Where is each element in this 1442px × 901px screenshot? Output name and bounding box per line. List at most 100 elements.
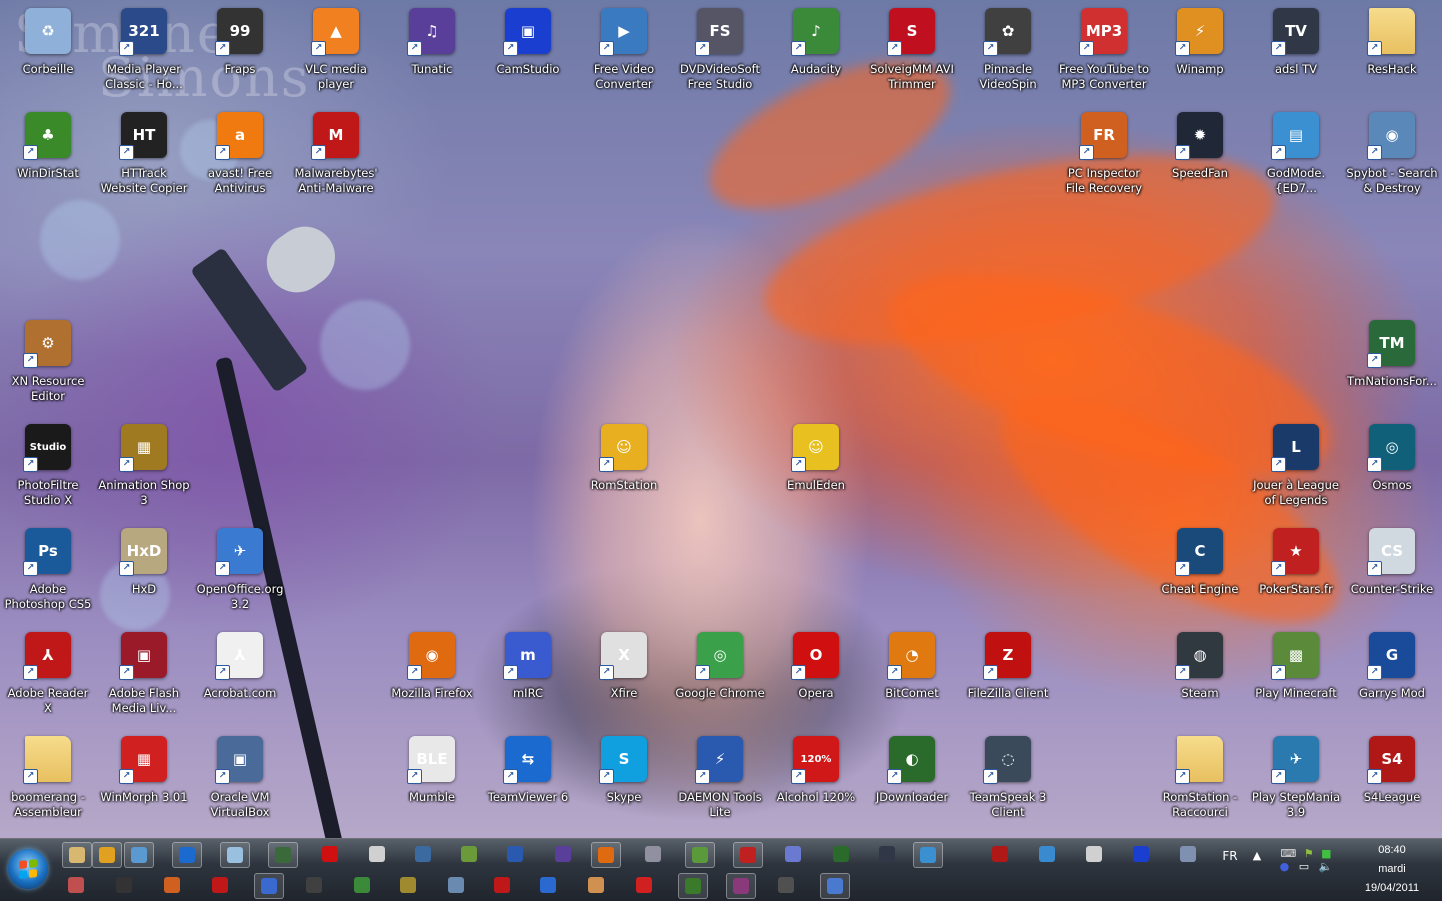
desktop-icon[interactable]: Ps ↗ Adobe Photoshop CS5: [1, 524, 95, 622]
taskbar-button[interactable]: [726, 873, 756, 899]
desktop-icon[interactable]: Studio ↗ PhotoFiltre Studio X: [1, 420, 95, 518]
taskbar-button[interactable]: [92, 842, 122, 868]
desktop-icon[interactable]: ◍ ↗ Steam: [1153, 628, 1247, 726]
taskbar-button[interactable]: [206, 873, 234, 897]
desktop-icon[interactable]: ◐ ↗ JDownloader: [865, 732, 959, 830]
desktop-icon[interactable]: O ↗ Opera: [769, 628, 863, 726]
desktop-icon[interactable]: ▤ ↗ GodMode.{ED7...: [1249, 108, 1343, 206]
desktop-icon[interactable]: HxD ↗ HxD: [97, 524, 191, 622]
taskbar-button[interactable]: [455, 842, 483, 866]
volume-icon[interactable]: 🔈: [1319, 860, 1333, 873]
desktop-icon[interactable]: ♪ ↗ Audacity: [769, 4, 863, 102]
taskbar-button[interactable]: [442, 873, 470, 897]
taskbar-button[interactable]: [363, 842, 391, 866]
taskbar-button[interactable]: [913, 842, 943, 868]
desktop-icon[interactable]: CS ↗ Counter-Strike: [1345, 524, 1439, 622]
bluetooth-tray-icon[interactable]: ●: [1280, 860, 1290, 873]
desktop-icon[interactable]: ▣ ↗ Adobe Flash Media Liv...: [97, 628, 191, 726]
taskbar-button[interactable]: [873, 842, 901, 866]
desktop-icon[interactable]: ☺ ↗ RomStation: [577, 420, 671, 518]
taskbar-button[interactable]: [591, 842, 621, 868]
desktop-icon[interactable]: FS ↗ DVDVideoSoft Free Studio: [673, 4, 767, 102]
desktop-icon[interactable]: ⚡ ↗ DAEMON Tools Lite: [673, 732, 767, 830]
taskbar-button[interactable]: [158, 873, 186, 897]
desktop-icon[interactable]: ◔ ↗ BitComet: [865, 628, 959, 726]
taskbar-button[interactable]: [172, 842, 202, 868]
desktop-icon[interactable]: ★ ↗ PokerStars.fr: [1249, 524, 1343, 622]
taskbar-button[interactable]: [501, 842, 529, 866]
desktop-icon[interactable]: S ↗ SolveigMM AVI Trimmer: [865, 4, 959, 102]
tray-button[interactable]: [986, 842, 1014, 866]
desktop-icon[interactable]: ♫ ↗ Tunatic: [385, 4, 479, 102]
desktop-icon[interactable]: ✿ ↗ Pinnacle VideoSpin: [961, 4, 1055, 102]
desktop-icon[interactable]: ⚙ ↗ XN Resource Editor: [1, 316, 95, 414]
desktop-icon[interactable]: C ↗ Cheat Engine: [1153, 524, 1247, 622]
network-tray-icon[interactable]: ▭: [1299, 860, 1309, 873]
desktop-icon[interactable]: G ↗ Garrys Mod: [1345, 628, 1439, 726]
taskbar-button[interactable]: [488, 873, 516, 897]
taskbar-button[interactable]: [300, 873, 328, 897]
taskbar-button[interactable]: [62, 842, 92, 868]
desktop-icon[interactable]: ◌ ↗ TeamSpeak 3 Client: [961, 732, 1055, 830]
desktop-icon[interactable]: S ↗ Skype: [577, 732, 671, 830]
tray-button[interactable]: [1080, 842, 1108, 866]
flag-tray-icon[interactable]: ⚑: [1304, 847, 1314, 860]
taskbar-button[interactable]: [630, 873, 658, 897]
taskbar-button[interactable]: [733, 842, 763, 868]
desktop-icon[interactable]: ✹ ↗ SpeedFan: [1153, 108, 1247, 206]
desktop-icon[interactable]: 321 ↗ Media Player Classic - Ho...: [97, 4, 191, 102]
taskbar-button[interactable]: [678, 873, 708, 899]
desktop-icon[interactable]: ⚡ ↗ Winamp: [1153, 4, 1247, 102]
desktop-icon[interactable]: ▣ ↗ Oracle VM VirtualBox: [193, 732, 287, 830]
taskbar-button[interactable]: [639, 842, 667, 866]
desktop-icon[interactable]: ⅄ ↗ Adobe Reader X: [1, 628, 95, 726]
taskbar-button[interactable]: [685, 842, 715, 868]
desktop-icon[interactable]: HT ↗ HTTrack Website Copier: [97, 108, 191, 206]
taskbar-button[interactable]: [779, 842, 807, 866]
desktop-icon[interactable]: ▩ ↗ Play Minecraft: [1249, 628, 1343, 726]
taskbar-button[interactable]: [582, 873, 610, 897]
taskbar-button[interactable]: [220, 842, 250, 868]
tray-button[interactable]: [1127, 842, 1155, 866]
desktop-icon[interactable]: TV ↗ adsl TV: [1249, 4, 1343, 102]
language-indicator[interactable]: FR: [1216, 849, 1244, 863]
taskbar-button[interactable]: [110, 873, 138, 897]
desktop-icon[interactable]: ✈ ↗ OpenOffice.org 3.2: [193, 524, 287, 622]
desktop-icon[interactable]: BLE ↗ Mumble: [385, 732, 479, 830]
desktop-icon[interactable]: ☺ ↗ EmulEden: [769, 420, 863, 518]
taskbar-button[interactable]: [254, 873, 284, 899]
taskbar-button[interactable]: [772, 873, 800, 897]
battery-tray-icon[interactable]: ■: [1321, 847, 1331, 860]
desktop-icon[interactable]: m ↗ mIRC: [481, 628, 575, 726]
desktop-icon[interactable]: ◉ ↗ Mozilla Firefox: [385, 628, 479, 726]
taskbar-button[interactable]: [268, 842, 298, 868]
desktop-icon[interactable]: ▶ ↗ Free Video Converter: [577, 4, 671, 102]
desktop-icon[interactable]: M ↗ Malwarebytes' Anti-Malware: [289, 108, 383, 206]
desktop-icon[interactable]: ♻ Corbeille: [1, 4, 95, 102]
taskbar-button[interactable]: [348, 873, 376, 897]
tray-button[interactable]: [1033, 842, 1061, 866]
desktop-icon[interactable]: 120% ↗ Alcohol 120%: [769, 732, 863, 830]
desktop-icon[interactable]: ▣ ↗ CamStudio: [481, 4, 575, 102]
desktop-icon[interactable]: ▲ ↗ VLC media player: [289, 4, 383, 102]
clock[interactable]: 08:40 mardi 19/04/2011: [1344, 841, 1440, 899]
desktop-icon[interactable]: TM ↗ TmNationsFor...: [1345, 316, 1439, 414]
desktop-icon[interactable]: a ↗ avast! Free Antivirus: [193, 108, 287, 206]
desktop-icon[interactable]: 99 ↗ Fraps: [193, 4, 287, 102]
taskbar-button[interactable]: [549, 842, 577, 866]
desktop-icon[interactable]: ⇆ ↗ TeamViewer 6: [481, 732, 575, 830]
desktop-icon[interactable]: FR ↗ PC Inspector File Recovery: [1057, 108, 1151, 206]
desktop-icon[interactable]: ▦ ↗ Animation Shop 3: [97, 420, 191, 518]
taskbar-button[interactable]: [62, 873, 90, 897]
desktop-icon[interactable]: ◎ ↗ Google Chrome: [673, 628, 767, 726]
taskbar-button[interactable]: [534, 873, 562, 897]
desktop-icon[interactable]: ⅄ ↗ Acrobat.com: [193, 628, 287, 726]
desktop-icon[interactable]: Z ↗ FileZilla Client: [961, 628, 1055, 726]
desktop-icon[interactable]: MP3 ↗ Free YouTube to MP3 Converter: [1057, 4, 1151, 102]
taskbar-button[interactable]: [316, 842, 344, 866]
desktop-icon[interactable]: ◎ ↗ Osmos: [1345, 420, 1439, 518]
taskbar-button[interactable]: [820, 873, 850, 899]
taskbar-button[interactable]: [394, 873, 422, 897]
taskbar-button[interactable]: [124, 842, 154, 868]
desktop-icon[interactable]: S4 ↗ S4League: [1345, 732, 1439, 830]
